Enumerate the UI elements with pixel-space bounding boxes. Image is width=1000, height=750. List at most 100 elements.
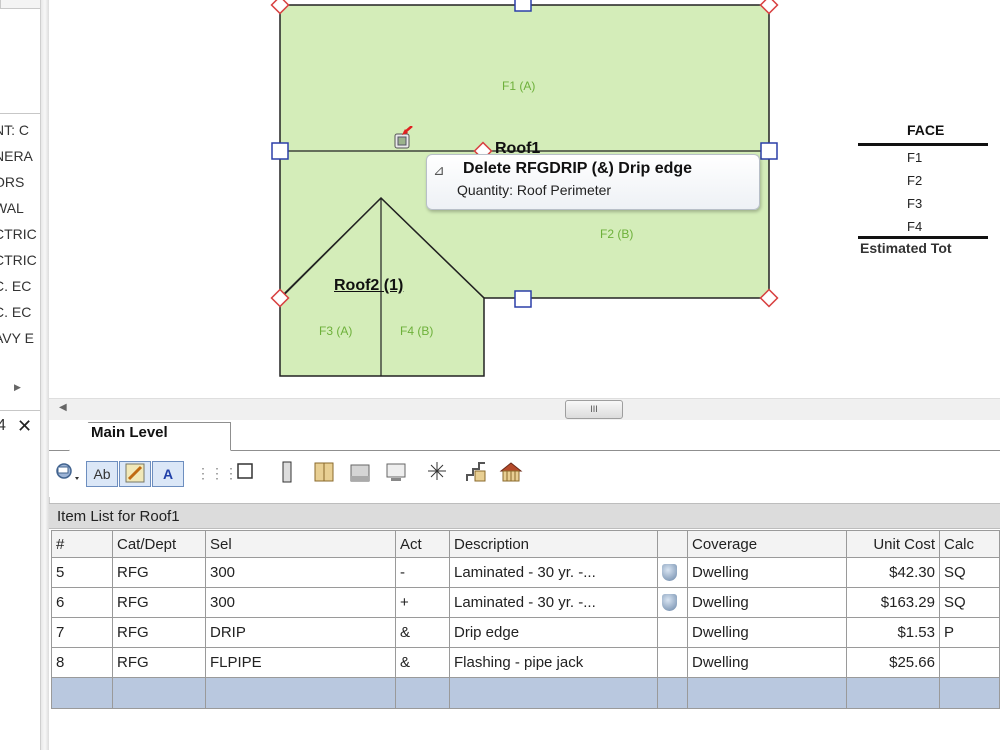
pencil-edit-icon[interactable] bbox=[119, 461, 151, 487]
cell-description[interactable]: Laminated - 30 yr. -... bbox=[449, 587, 658, 618]
cell-icon[interactable] bbox=[657, 587, 688, 618]
cell-description[interactable]: Laminated - 30 yr. -... bbox=[449, 557, 658, 588]
left-list-item[interactable]: C. EC bbox=[0, 278, 31, 294]
tooltip-quantity: Quantity: Roof Perimeter bbox=[457, 182, 612, 198]
table-row[interactable]: 8 RFG FLPIPE & Flashing - pipe jack Dwel… bbox=[51, 647, 1000, 678]
item-list-grid[interactable]: # Cat/Dept Sel Act Description Coverage … bbox=[51, 530, 1000, 709]
horizontal-scrollbar[interactable]: ◀ III bbox=[49, 398, 1000, 421]
blank-cell[interactable] bbox=[205, 677, 396, 709]
cell-unit-cost[interactable]: $1.53 bbox=[846, 617, 940, 648]
cell-coverage[interactable]: Dwelling bbox=[687, 587, 847, 618]
column-header[interactable]: Unit Cost bbox=[846, 530, 940, 558]
resize-handle[interactable] bbox=[271, 142, 289, 160]
roof-icon[interactable] bbox=[497, 461, 525, 485]
cell-sel[interactable]: FLPIPE bbox=[205, 647, 396, 678]
left-list-item[interactable]: C. EC bbox=[0, 304, 31, 320]
column-header[interactable]: # bbox=[51, 530, 113, 558]
resize-handle[interactable] bbox=[760, 142, 778, 160]
scrollbar-thumb[interactable]: III bbox=[565, 400, 623, 419]
zoom-dropdown-icon[interactable] bbox=[53, 461, 83, 485]
left-list-item[interactable]: WAL bbox=[0, 200, 24, 216]
cell-unit-cost[interactable]: $42.30 bbox=[846, 557, 940, 588]
cell-act[interactable]: - bbox=[395, 557, 450, 588]
left-list-item[interactable]: NERA bbox=[0, 148, 33, 164]
new-item-row[interactable] bbox=[51, 677, 1000, 709]
face-label-f4: F4 (B) bbox=[400, 324, 434, 338]
blank-cell[interactable] bbox=[449, 677, 658, 709]
column-header[interactable]: Coverage bbox=[687, 530, 847, 558]
face-row: F3 bbox=[907, 196, 923, 211]
column-header[interactable]: Cat/Dept bbox=[112, 530, 206, 558]
left-list-item[interactable]: ORS bbox=[0, 174, 24, 190]
cell-coverage[interactable]: Dwelling bbox=[687, 617, 847, 648]
pin-icon[interactable]: 4 bbox=[0, 417, 6, 435]
cell-unit-cost[interactable]: $163.29 bbox=[846, 587, 940, 618]
cell-coverage[interactable]: Dwelling bbox=[687, 557, 847, 588]
column-header[interactable]: Sel bbox=[205, 530, 396, 558]
resize-handle[interactable] bbox=[514, 290, 532, 308]
item-list-panel: Item List for Roof1 # Cat/Dept Sel Act D… bbox=[49, 503, 1000, 750]
blank-cell[interactable] bbox=[939, 677, 1000, 709]
window-icon[interactable] bbox=[311, 461, 337, 485]
tooltip-title: Delete RFGDRIP (&) Drip edge bbox=[463, 160, 693, 177]
blank-cell[interactable] bbox=[51, 677, 113, 709]
cell-description[interactable]: Drip edge bbox=[449, 617, 658, 648]
cell-description[interactable]: Flashing - pipe jack bbox=[449, 647, 658, 678]
cell-num[interactable]: 7 bbox=[51, 617, 113, 648]
snap-point-icon[interactable] bbox=[425, 461, 449, 485]
annotation-a-button[interactable]: A bbox=[152, 461, 184, 487]
cell-calc[interactable]: SQ bbox=[939, 557, 1000, 588]
scroll-left-arrow-icon[interactable]: ◀ bbox=[59, 402, 67, 413]
table-row[interactable]: 7 RFG DRIP & Drip edge Dwelling $1.53 P bbox=[51, 617, 1000, 648]
grid-icon[interactable]: ⋮⋮⋮ bbox=[196, 461, 238, 485]
left-list-item[interactable]: CTRIC bbox=[0, 252, 37, 268]
monitor-icon[interactable] bbox=[383, 461, 409, 485]
cell-icon[interactable] bbox=[657, 617, 688, 648]
cell-coverage[interactable]: Dwelling bbox=[687, 647, 847, 678]
cell-cat[interactable]: RFG bbox=[112, 587, 206, 618]
cell-calc[interactable]: SQ bbox=[939, 587, 1000, 618]
cell-num[interactable]: 6 bbox=[51, 587, 113, 618]
cell-cat[interactable]: RFG bbox=[112, 647, 206, 678]
door-icon[interactable] bbox=[277, 461, 297, 485]
column-header[interactable]: Description bbox=[449, 530, 658, 558]
item-list-title: Item List for Roof1 bbox=[49, 503, 1000, 529]
cell-num[interactable]: 8 bbox=[51, 647, 113, 678]
cell-icon[interactable] bbox=[657, 557, 688, 588]
box-icon[interactable] bbox=[233, 461, 257, 485]
cell-calc[interactable]: P bbox=[939, 617, 1000, 648]
tab-main-level-label[interactable]: Main Level bbox=[91, 424, 168, 441]
column-header[interactable]: Calc bbox=[939, 530, 1000, 558]
cell-act[interactable]: & bbox=[395, 617, 450, 648]
resize-handle[interactable] bbox=[514, 0, 532, 12]
blank-cell[interactable] bbox=[395, 677, 450, 709]
cell-calc[interactable] bbox=[939, 647, 1000, 678]
blank-cell[interactable] bbox=[112, 677, 206, 709]
cell-sel[interactable]: 300 bbox=[205, 557, 396, 588]
text-label-button[interactable]: Ab bbox=[86, 461, 118, 487]
blank-cell[interactable] bbox=[657, 677, 688, 709]
cell-sel[interactable]: 300 bbox=[205, 587, 396, 618]
table-row[interactable]: 5 RFG 300 - Laminated - 30 yr. -... Dwel… bbox=[51, 557, 1000, 588]
left-list-item[interactable]: CTRIC bbox=[0, 226, 37, 242]
cabinet-icon[interactable] bbox=[347, 461, 373, 485]
stairs-icon[interactable] bbox=[463, 461, 489, 485]
left-list-item[interactable]: AVY E bbox=[0, 330, 34, 346]
cell-icon[interactable] bbox=[657, 647, 688, 678]
scroll-right-arrow-icon[interactable]: ▶ bbox=[14, 382, 21, 393]
blank-cell[interactable] bbox=[687, 677, 847, 709]
blank-cell[interactable] bbox=[846, 677, 940, 709]
cell-num[interactable]: 5 bbox=[51, 557, 113, 588]
column-header[interactable] bbox=[657, 530, 688, 558]
left-list-item[interactable]: NT: C bbox=[0, 122, 29, 138]
left-tree-list[interactable]: NT: C NERA ORS WAL CTRIC CTRIC C. EC C. … bbox=[0, 113, 41, 411]
column-header[interactable]: Act bbox=[395, 530, 450, 558]
cell-act[interactable]: + bbox=[395, 587, 450, 618]
cell-sel[interactable]: DRIP bbox=[205, 617, 396, 648]
close-icon[interactable]: ✕ bbox=[17, 416, 32, 437]
cell-cat[interactable]: RFG bbox=[112, 557, 206, 588]
table-row[interactable]: 6 RFG 300 + Laminated - 30 yr. -... Dwel… bbox=[51, 587, 1000, 618]
cell-cat[interactable]: RFG bbox=[112, 617, 206, 648]
cell-unit-cost[interactable]: $25.66 bbox=[846, 647, 940, 678]
cell-act[interactable]: & bbox=[395, 647, 450, 678]
